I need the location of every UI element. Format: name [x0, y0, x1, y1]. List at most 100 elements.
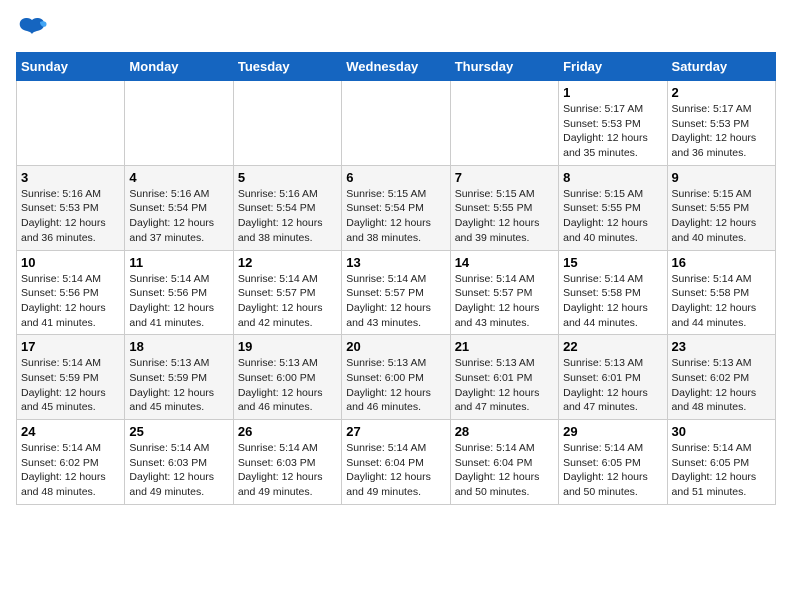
day-number: 16: [672, 255, 771, 270]
day-info: Sunrise: 5:14 AM Sunset: 5:56 PM Dayligh…: [21, 272, 120, 331]
day-info: Sunrise: 5:15 AM Sunset: 5:54 PM Dayligh…: [346, 187, 445, 246]
day-number: 20: [346, 339, 445, 354]
day-info: Sunrise: 5:14 AM Sunset: 5:57 PM Dayligh…: [346, 272, 445, 331]
day-info: Sunrise: 5:13 AM Sunset: 6:02 PM Dayligh…: [672, 356, 771, 415]
day-number: 1: [563, 85, 662, 100]
calendar-cell: 7 Sunrise: 5:15 AM Sunset: 5:55 PM Daylig…: [450, 165, 558, 250]
day-info: Sunrise: 5:13 AM Sunset: 6:01 PM Dayligh…: [563, 356, 662, 415]
weekday-header-thursday: Thursday: [450, 53, 558, 81]
day-number: 22: [563, 339, 662, 354]
day-info: Sunrise: 5:16 AM Sunset: 5:53 PM Dayligh…: [21, 187, 120, 246]
day-number: 3: [21, 170, 120, 185]
day-number: 4: [129, 170, 228, 185]
day-info: Sunrise: 5:13 AM Sunset: 6:00 PM Dayligh…: [346, 356, 445, 415]
day-number: 28: [455, 424, 554, 439]
weekday-header-tuesday: Tuesday: [233, 53, 341, 81]
logo-bird-icon: [16, 16, 48, 44]
day-info: Sunrise: 5:15 AM Sunset: 5:55 PM Dayligh…: [563, 187, 662, 246]
day-number: 29: [563, 424, 662, 439]
calendar-cell: 2 Sunrise: 5:17 AM Sunset: 5:53 PM Daylig…: [667, 81, 775, 166]
day-info: Sunrise: 5:13 AM Sunset: 6:00 PM Dayligh…: [238, 356, 337, 415]
day-number: 24: [21, 424, 120, 439]
day-number: 12: [238, 255, 337, 270]
calendar-cell: 10 Sunrise: 5:14 AM Sunset: 5:56 PM Dayli…: [17, 250, 125, 335]
day-number: 2: [672, 85, 771, 100]
day-number: 13: [346, 255, 445, 270]
day-info: Sunrise: 5:17 AM Sunset: 5:53 PM Dayligh…: [672, 102, 771, 161]
calendar-cell: 1Sunrise: 5:17 AM Sunset: 5:53 PM Daylig…: [559, 81, 667, 166]
weekday-header-monday: Monday: [125, 53, 233, 81]
day-info: Sunrise: 5:14 AM Sunset: 5:58 PM Dayligh…: [672, 272, 771, 331]
day-number: 10: [21, 255, 120, 270]
calendar-cell: 30Sunrise: 5:14 AM Sunset: 6:05 PM Dayli…: [667, 420, 775, 505]
calendar-cell: 20 Sunrise: 5:13 AM Sunset: 6:00 PM Dayli…: [342, 335, 450, 420]
day-info: Sunrise: 5:15 AM Sunset: 5:55 PM Dayligh…: [672, 187, 771, 246]
calendar-cell: 23 Sunrise: 5:13 AM Sunset: 6:02 PM Dayli…: [667, 335, 775, 420]
day-info: Sunrise: 5:14 AM Sunset: 6:05 PM Dayligh…: [672, 441, 771, 500]
day-info: Sunrise: 5:13 AM Sunset: 5:59 PM Dayligh…: [129, 356, 228, 415]
day-number: 19: [238, 339, 337, 354]
day-info: Sunrise: 5:15 AM Sunset: 5:55 PM Dayligh…: [455, 187, 554, 246]
calendar-cell: 15 Sunrise: 5:14 AM Sunset: 5:58 PM Dayli…: [559, 250, 667, 335]
calendar-cell: 3 Sunrise: 5:16 AM Sunset: 5:53 PM Daylig…: [17, 165, 125, 250]
calendar-cell: 12 Sunrise: 5:14 AM Sunset: 5:57 PM Dayli…: [233, 250, 341, 335]
calendar-cell: 6 Sunrise: 5:15 AM Sunset: 5:54 PM Daylig…: [342, 165, 450, 250]
weekday-header-saturday: Saturday: [667, 53, 775, 81]
calendar-cell: 14 Sunrise: 5:14 AM Sunset: 5:57 PM Dayli…: [450, 250, 558, 335]
calendar-cell: [342, 81, 450, 166]
day-number: 8: [563, 170, 662, 185]
day-info: Sunrise: 5:14 AM Sunset: 6:02 PM Dayligh…: [21, 441, 120, 500]
calendar-cell: 29 Sunrise: 5:14 AM Sunset: 6:05 PM Dayli…: [559, 420, 667, 505]
day-info: Sunrise: 5:14 AM Sunset: 5:56 PM Dayligh…: [129, 272, 228, 331]
day-info: Sunrise: 5:14 AM Sunset: 6:04 PM Dayligh…: [346, 441, 445, 500]
calendar-table: SundayMondayTuesdayWednesdayThursdayFrid…: [16, 52, 776, 505]
day-number: 14: [455, 255, 554, 270]
day-info: Sunrise: 5:14 AM Sunset: 5:57 PM Dayligh…: [238, 272, 337, 331]
calendar-cell: 22 Sunrise: 5:13 AM Sunset: 6:01 PM Dayli…: [559, 335, 667, 420]
calendar-cell: 18 Sunrise: 5:13 AM Sunset: 5:59 PM Dayli…: [125, 335, 233, 420]
calendar-cell: 9 Sunrise: 5:15 AM Sunset: 5:55 PM Daylig…: [667, 165, 775, 250]
calendar-cell: 13 Sunrise: 5:14 AM Sunset: 5:57 PM Dayli…: [342, 250, 450, 335]
calendar-cell: [450, 81, 558, 166]
day-number: 21: [455, 339, 554, 354]
calendar-cell: 25 Sunrise: 5:14 AM Sunset: 6:03 PM Dayli…: [125, 420, 233, 505]
header: [16, 16, 776, 44]
calendar-cell: [125, 81, 233, 166]
calendar-cell: [233, 81, 341, 166]
day-number: 18: [129, 339, 228, 354]
calendar-cell: 8 Sunrise: 5:15 AM Sunset: 5:55 PM Daylig…: [559, 165, 667, 250]
calendar-cell: 24 Sunrise: 5:14 AM Sunset: 6:02 PM Dayli…: [17, 420, 125, 505]
calendar-cell: 17 Sunrise: 5:14 AM Sunset: 5:59 PM Dayli…: [17, 335, 125, 420]
day-info: Sunrise: 5:14 AM Sunset: 5:59 PM Dayligh…: [21, 356, 120, 415]
calendar-cell: 26Sunrise: 5:14 AM Sunset: 6:03 PM Dayli…: [233, 420, 341, 505]
calendar-cell: 27 Sunrise: 5:14 AM Sunset: 6:04 PM Dayli…: [342, 420, 450, 505]
day-number: 9: [672, 170, 771, 185]
day-number: 11: [129, 255, 228, 270]
calendar-cell: 16 Sunrise: 5:14 AM Sunset: 5:58 PM Dayli…: [667, 250, 775, 335]
day-info: Sunrise: 5:14 AM Sunset: 5:58 PM Dayligh…: [563, 272, 662, 331]
weekday-header-wednesday: Wednesday: [342, 53, 450, 81]
day-number: 25: [129, 424, 228, 439]
day-number: 27: [346, 424, 445, 439]
day-info: Sunrise: 5:16 AM Sunset: 5:54 PM Dayligh…: [129, 187, 228, 246]
day-number: 7: [455, 170, 554, 185]
day-info: Sunrise: 5:14 AM Sunset: 6:04 PM Dayligh…: [455, 441, 554, 500]
logo: [16, 16, 52, 44]
day-number: 17: [21, 339, 120, 354]
calendar-cell: 19 Sunrise: 5:13 AM Sunset: 6:00 PM Dayli…: [233, 335, 341, 420]
day-number: 6: [346, 170, 445, 185]
day-info: Sunrise: 5:14 AM Sunset: 6:03 PM Dayligh…: [129, 441, 228, 500]
calendar-cell: 11 Sunrise: 5:14 AM Sunset: 5:56 PM Dayli…: [125, 250, 233, 335]
weekday-header-friday: Friday: [559, 53, 667, 81]
day-info: Sunrise: 5:14 AM Sunset: 6:05 PM Dayligh…: [563, 441, 662, 500]
weekday-header-sunday: Sunday: [17, 53, 125, 81]
day-number: 23: [672, 339, 771, 354]
day-info: Sunrise: 5:14 AM Sunset: 5:57 PM Dayligh…: [455, 272, 554, 331]
calendar-cell: [17, 81, 125, 166]
day-number: 5: [238, 170, 337, 185]
day-number: 15: [563, 255, 662, 270]
calendar-cell: 5 Sunrise: 5:16 AM Sunset: 5:54 PM Daylig…: [233, 165, 341, 250]
calendar-cell: 4 Sunrise: 5:16 AM Sunset: 5:54 PM Daylig…: [125, 165, 233, 250]
day-info: Sunrise: 5:16 AM Sunset: 5:54 PM Dayligh…: [238, 187, 337, 246]
day-info: Sunrise: 5:14 AM Sunset: 6:03 PM Dayligh…: [238, 441, 337, 500]
